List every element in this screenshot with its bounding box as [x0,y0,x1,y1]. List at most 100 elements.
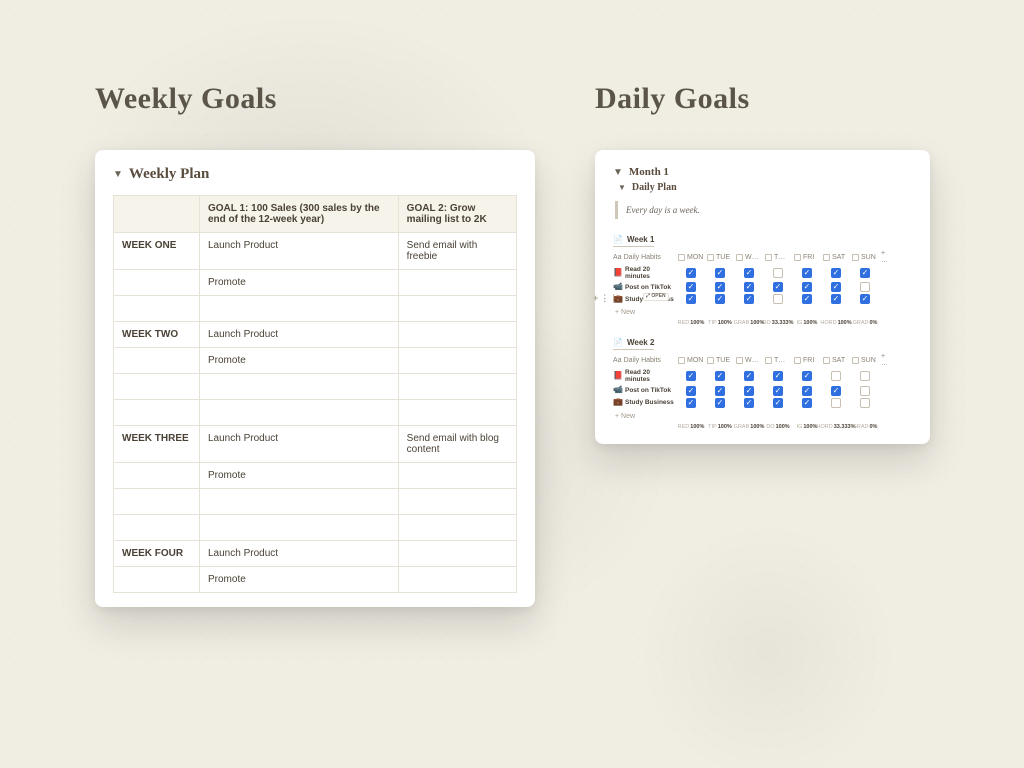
goal1-cell[interactable]: Promote [200,567,399,593]
collapse-icon[interactable]: ▼ [618,183,626,192]
habit-checkbox[interactable]: ✓ [765,369,791,383]
habit-checkbox[interactable] [823,398,849,408]
table-row[interactable]: WEEK FOURLaunch Product [114,541,517,567]
plus-icon[interactable]: + [593,294,598,304]
table-row[interactable]: WEEK THREELaunch ProductSend email with … [114,426,517,463]
habit-checkbox[interactable]: ✓ [794,294,820,304]
habit-checkbox[interactable] [852,369,878,383]
goal2-cell[interactable] [398,322,516,348]
habit-checkbox[interactable]: ✓ [794,266,820,280]
habit-checkbox[interactable] [852,398,878,408]
habit-checkbox[interactable]: ✓ [736,294,762,304]
goal1-cell[interactable]: Promote [200,348,399,374]
habit-checkbox[interactable]: ✓ [678,398,704,408]
goal1-cell[interactable] [200,489,399,515]
habit-checkbox[interactable]: ✓ [707,386,733,396]
table-row[interactable] [114,400,517,426]
habit-checkbox[interactable]: ✓ [707,294,733,304]
table-row[interactable]: Promote [114,270,517,296]
habit-row[interactable]: 💼Study Business+⋮⋮⤢ OPEN [613,294,675,304]
table-row[interactable] [114,296,517,322]
goal2-cell[interactable]: Send email with freebie [398,233,516,270]
row-handle[interactable]: +⋮⋮ [593,294,618,304]
table-row[interactable]: WEEK TWOLaunch Product [114,322,517,348]
habit-checkbox[interactable]: ✓ [707,266,733,280]
habit-row[interactable]: 📕Read 20 minutes [613,266,675,280]
habit-checkbox[interactable]: ✓ [794,369,820,383]
goal2-cell[interactable] [398,515,516,541]
new-row-button[interactable]: + New [613,306,893,316]
week-label[interactable]: 📄Week 2 [613,338,654,350]
habit-checkbox[interactable]: ✓ [765,282,791,292]
add-column-button[interactable]: + … [881,353,893,367]
week-label[interactable]: 📄Week 1 [613,235,654,247]
habit-checkbox[interactable]: ✓ [852,294,878,304]
habit-row[interactable]: 📹Post on TikTok [613,282,675,292]
table-row[interactable]: Promote [114,348,517,374]
habit-checkbox[interactable]: ✓ [678,386,704,396]
habit-checkbox[interactable] [823,369,849,383]
add-column-button[interactable]: + … [881,250,893,264]
goal2-cell[interactable] [398,348,516,374]
habit-checkbox[interactable]: ✓ [736,398,762,408]
habit-checkbox[interactable]: ✓ [678,282,704,292]
habit-checkbox[interactable]: ✓ [678,266,704,280]
habit-checkbox[interactable]: ✓ [736,266,762,280]
habit-checkbox[interactable]: ✓ [823,386,849,396]
habit-checkbox[interactable]: ✓ [794,282,820,292]
habit-checkbox[interactable]: ✓ [707,369,733,383]
habit-checkbox[interactable]: ✓ [736,369,762,383]
habit-checkbox[interactable]: ✓ [794,398,820,408]
goal1-cell[interactable]: Launch Product [200,541,399,567]
goal2-cell[interactable] [398,374,516,400]
goal1-cell[interactable] [200,296,399,322]
goal2-cell[interactable] [398,463,516,489]
goal2-cell[interactable]: Send email with blog content [398,426,516,463]
goal1-cell[interactable] [200,374,399,400]
goal1-cell[interactable]: Launch Product [200,322,399,348]
goal2-cell[interactable] [398,567,516,593]
goal2-cell[interactable] [398,400,516,426]
goal2-cell[interactable] [398,296,516,322]
open-pill[interactable]: ⤢ OPEN [643,293,669,301]
table-row[interactable] [114,515,517,541]
collapse-icon[interactable]: ▼ [113,169,123,180]
table-row[interactable]: WEEK ONELaunch ProductSend email with fr… [114,233,517,270]
table-row[interactable]: Promote [114,567,517,593]
habit-checkbox[interactable] [852,386,878,396]
table-row[interactable] [114,489,517,515]
habit-checkbox[interactable] [765,266,791,280]
habit-checkbox[interactable]: ✓ [765,386,791,396]
drag-handle-icon[interactable]: ⋮⋮ [600,294,618,304]
habit-checkbox[interactable]: ✓ [678,294,704,304]
habit-checkbox[interactable]: ✓ [823,282,849,292]
collapse-icon[interactable]: ▼ [613,167,623,178]
goal1-cell[interactable]: Promote [200,270,399,296]
habit-checkbox[interactable]: ✓ [794,386,820,396]
goal2-cell[interactable] [398,489,516,515]
goal2-cell[interactable] [398,270,516,296]
new-row-button[interactable]: + New [613,410,893,420]
table-row[interactable] [114,374,517,400]
goal1-cell[interactable] [200,515,399,541]
habit-checkbox[interactable]: ✓ [823,294,849,304]
habit-checkbox[interactable] [765,294,791,304]
habit-checkbox[interactable]: ✓ [707,398,733,408]
habit-row[interactable]: 📹Post on TikTok [613,386,675,396]
goal1-cell[interactable]: Launch Product [200,426,399,463]
habit-checkbox[interactable]: ✓ [823,266,849,280]
goal2-cell[interactable] [398,541,516,567]
habit-checkbox[interactable]: ✓ [765,398,791,408]
habit-checkbox[interactable]: ✓ [736,386,762,396]
habit-row[interactable]: 📕Read 20 minutes [613,369,675,383]
table-row[interactable]: Promote [114,463,517,489]
habit-checkbox[interactable]: ✓ [736,282,762,292]
habit-checkbox[interactable]: ✓ [678,369,704,383]
goal1-cell[interactable]: Promote [200,463,399,489]
goal1-cell[interactable] [200,400,399,426]
habit-checkbox[interactable] [852,282,878,292]
habit-checkbox[interactable]: ✓ [852,266,878,280]
goal1-cell[interactable]: Launch Product [200,233,399,270]
habit-checkbox[interactable]: ✓ [707,282,733,292]
habit-row[interactable]: 💼Study Business [613,398,675,408]
